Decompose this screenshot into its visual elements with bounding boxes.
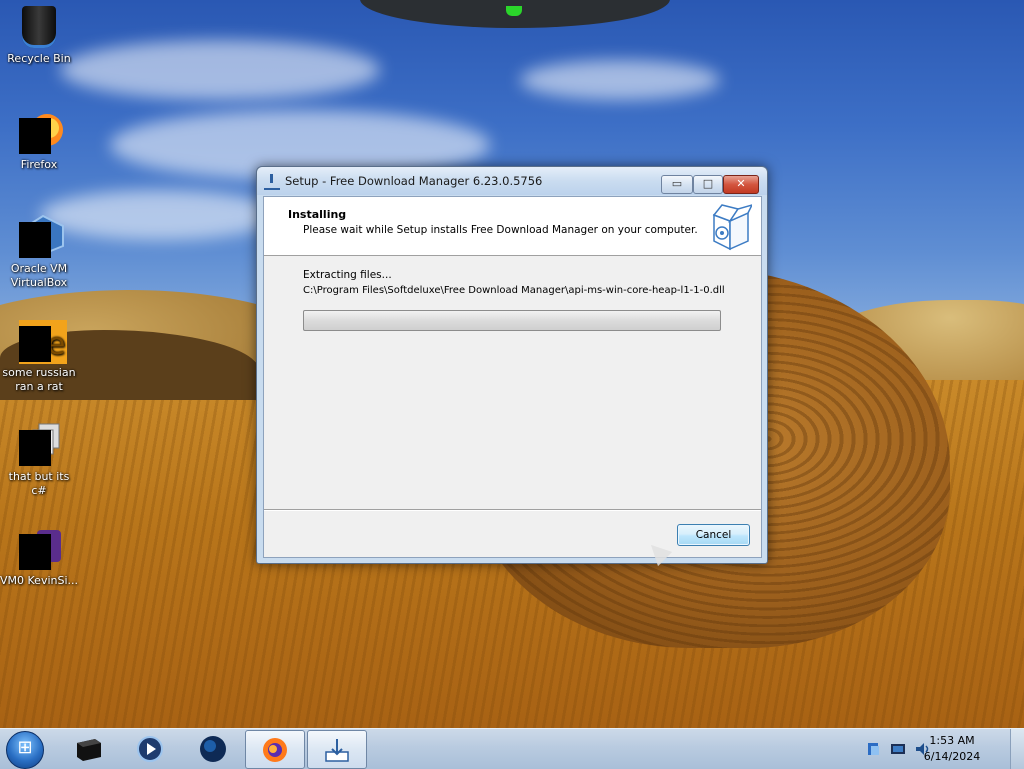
taskbar-button-terminal[interactable] (60, 730, 118, 767)
separator (264, 509, 761, 510)
clock-date[interactable]: 6/14/2024 (918, 750, 986, 763)
status-led (506, 6, 522, 16)
firefox-icon (263, 738, 287, 762)
status-text: Extracting files... (303, 269, 392, 281)
desktop-icon-label: some russian ran a rat (2, 366, 76, 393)
terminal-icon (77, 739, 101, 761)
network-icon[interactable] (866, 741, 882, 757)
app-icon: e (19, 318, 67, 364)
show-desktop-button[interactable] (1010, 729, 1024, 769)
copy-icon (19, 422, 60, 466)
cancel-button[interactable]: Cancel (677, 524, 750, 546)
header-subtitle: Please wait while Setup installs Free Do… (303, 224, 698, 236)
close-button[interactable]: ✕ (723, 175, 759, 194)
desktop-icon-firefox[interactable]: Firefox (0, 110, 78, 172)
virtualbox-icon (19, 214, 64, 258)
shortcut-icon (19, 526, 61, 570)
setup-dialog: Setup - Free Download Manager 6.23.0.575… (256, 166, 768, 564)
recycle-bin-icon (22, 6, 56, 48)
clock-time[interactable]: 1:53 AM (922, 734, 982, 747)
taskbar: 1:53 AM 6/14/2024 (0, 728, 1024, 769)
wallpaper-cloud (520, 60, 720, 100)
dialog-title: Setup - Free Download Manager 6.23.0.575… (285, 174, 543, 188)
desktop-icon-label: VM0 KevinSi... (0, 574, 79, 587)
desktop-icon-virtualbox[interactable]: Oracle VM VirtualBox (0, 214, 78, 290)
dialog-header: Installing Please wait while Setup insta… (264, 197, 761, 256)
minimize-icon: ▭ (671, 177, 683, 190)
desktop-icon-recycle-bin[interactable]: Recycle Bin (0, 6, 78, 66)
download-icon (264, 174, 280, 190)
desktop-icon-label: Oracle VM VirtualBox (10, 262, 68, 289)
file-path: C:\Program Files\Softdeluxe\Free Downloa… (303, 285, 725, 296)
start-button[interactable] (6, 731, 44, 769)
desktop-icon-label: Firefox (20, 158, 58, 171)
taskbar-button-installer[interactable] (307, 730, 367, 769)
firefox-icon (19, 110, 63, 154)
installer-icon (325, 739, 349, 762)
desktop-icon-label: that but its c# (8, 470, 70, 497)
desktop-icon-app[interactable]: e some russian ran a rat (0, 318, 78, 394)
desktop-icon-copy[interactable]: that but its c# (0, 422, 78, 498)
maximize-button[interactable]: □ (693, 175, 723, 194)
maximize-icon: □ (702, 177, 714, 190)
taskbar-button-media[interactable] (121, 730, 179, 767)
desktop-icon-shortcut[interactable]: VM0 KevinSi... (0, 526, 78, 588)
dialog-titlebar[interactable]: Setup - Free Download Manager 6.23.0.575… (257, 167, 767, 195)
minimize-button[interactable]: ▭ (661, 175, 693, 194)
taskbar-button-globe[interactable] (184, 730, 242, 767)
dialog-body: Installing Please wait while Setup insta… (263, 196, 762, 558)
globe-icon (200, 736, 226, 762)
install-box-icon (712, 204, 752, 251)
wallpaper-cloud (60, 40, 380, 100)
taskbar-button-firefox[interactable] (245, 730, 305, 769)
header-title: Installing (288, 208, 347, 221)
progress-bar (303, 310, 721, 331)
media-player-icon (137, 736, 163, 762)
desktop-icon-label: Recycle Bin (7, 52, 71, 65)
close-icon: ✕ (736, 177, 746, 190)
display-icon[interactable] (890, 741, 906, 757)
